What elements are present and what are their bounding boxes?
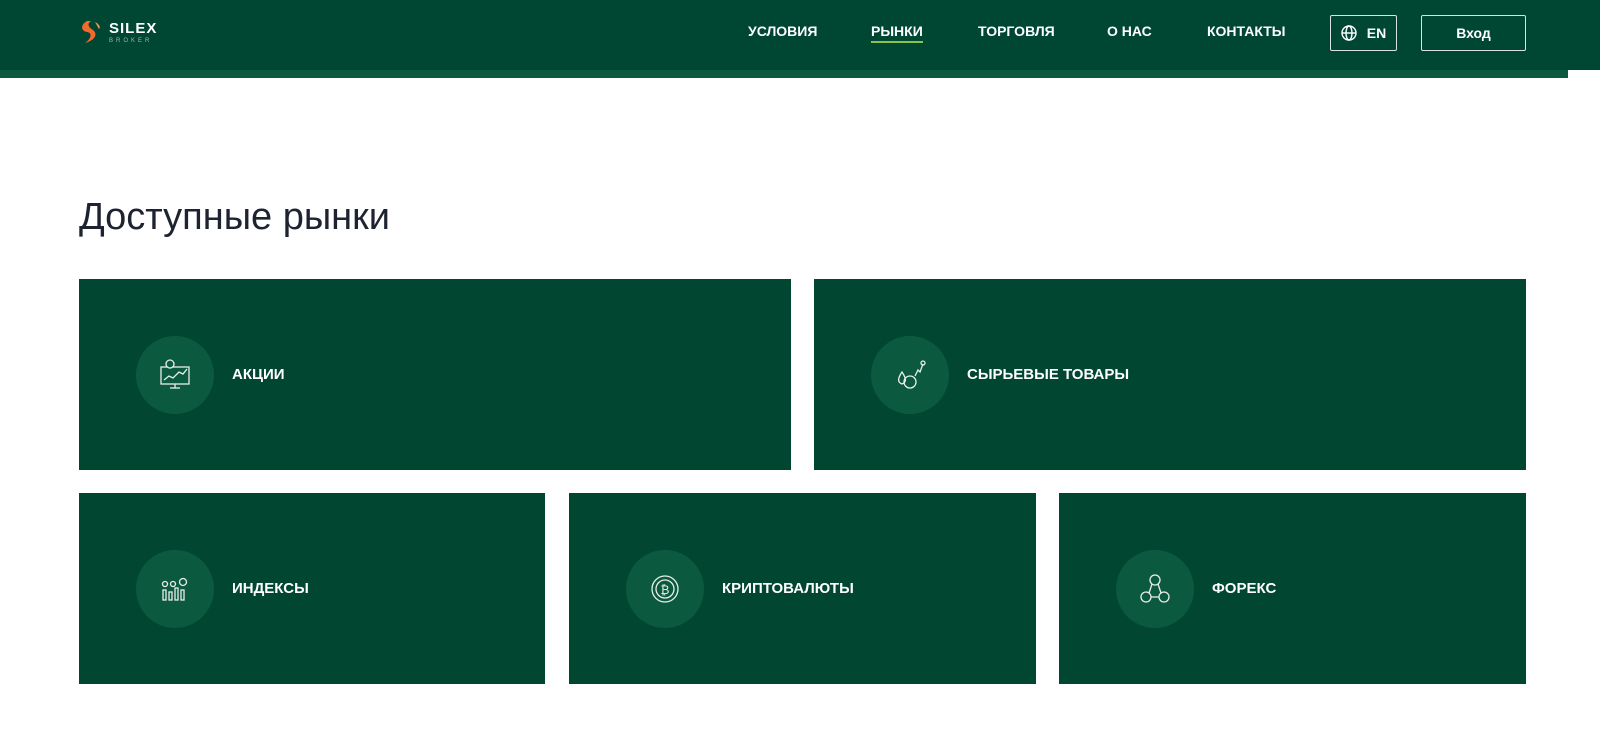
commodities-icon <box>871 335 949 414</box>
market-card-forex[interactable]: ФОРЕКС <box>1059 493 1526 684</box>
logo[interactable]: SILEX BROKER <box>79 19 157 45</box>
market-card-commodities[interactable]: СЫРЬЕВЫЕ ТОВАРЫ <box>814 279 1526 470</box>
market-card-indices[interactable]: ИНДЕКСЫ <box>79 493 545 684</box>
market-card-stocks[interactable]: АКЦИИ <box>79 279 791 470</box>
nav-conditions[interactable]: УСЛОВИЯ <box>748 23 817 39</box>
logo-sub: BROKER <box>109 37 153 44</box>
market-label: АКЦИИ <box>232 366 285 383</box>
header-strip <box>0 70 1568 78</box>
language-label: EN <box>1366 25 1387 41</box>
login-button[interactable]: Вход <box>1421 15 1526 51</box>
market-label: СЫРЬЕВЫЕ ТОВАРЫ <box>967 366 1130 383</box>
header: SILEX BROKER УСЛОВИЯ РЫНКИ ТОРГОВЛЯ О НАС… <box>0 0 1600 70</box>
stock-monitor-icon <box>136 335 214 414</box>
nav-about[interactable]: О НАС <box>1107 23 1152 39</box>
nav-markets[interactable]: РЫНКИ <box>871 23 923 43</box>
market-label: ФОРЕКС <box>1212 580 1277 597</box>
logo-icon <box>82 21 100 43</box>
language-button[interactable]: EN <box>1330 15 1397 51</box>
nav-contacts[interactable]: КОНТАКТЫ <box>1207 23 1285 39</box>
globe-icon <box>1341 25 1357 41</box>
market-label: КРИПТОВАЛЮТЫ <box>722 580 854 597</box>
market-label: ИНДЕКСЫ <box>232 580 309 597</box>
page-title: Доступные рынки <box>79 196 390 238</box>
indices-icon <box>136 549 214 628</box>
market-card-crypto[interactable]: ₿ КРИПТОВАЛЮТЫ <box>569 493 1036 684</box>
logo-name: SILEX <box>109 19 158 37</box>
nav-trading[interactable]: ТОРГОВЛЯ <box>978 23 1055 39</box>
forex-icon <box>1116 549 1194 628</box>
svg-text:₿: ₿ <box>661 583 670 597</box>
bitcoin-icon: ₿ <box>626 549 704 628</box>
